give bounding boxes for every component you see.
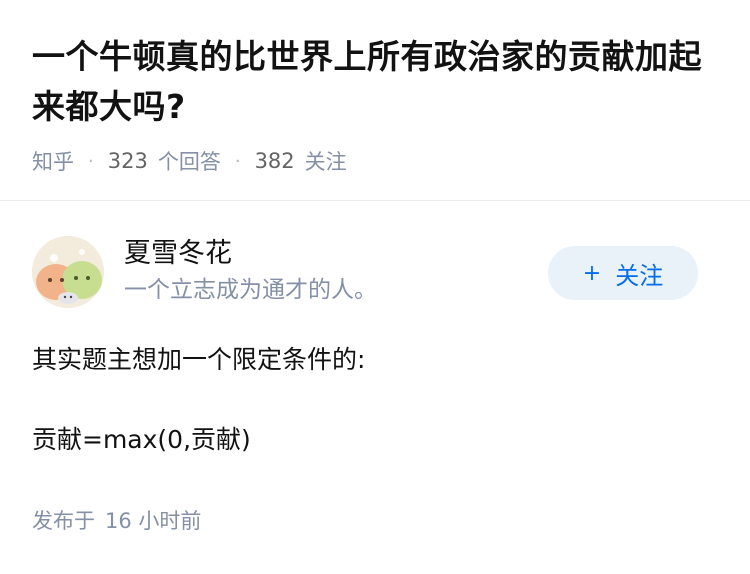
publish-info: 发布于 16 小时前 xyxy=(32,506,201,536)
meta-separator: · xyxy=(234,150,241,172)
author-bio: 一个立志成为通才的人。 xyxy=(124,277,377,303)
answer-paragraph: 贡献=max(0,贡献) xyxy=(32,425,251,454)
answer-content[interactable]: 其实题主想加一个限定条件的: 贡献=max(0,贡献) xyxy=(32,340,718,460)
source-label[interactable]: 知乎 xyxy=(32,146,74,176)
follow-button-label: 关注 xyxy=(615,261,664,290)
avatar[interactable] xyxy=(32,236,104,308)
answer-paragraph: 其实题主想加一个限定条件的: xyxy=(32,345,366,374)
question-title[interactable]: 一个牛顿真的比世界上所有政治家的贡献加起来都大吗? xyxy=(32,32,718,132)
plus-icon: + xyxy=(582,260,602,286)
divider xyxy=(0,200,750,201)
question-meta: 知乎 · 323 个回答 · 382 关注 xyxy=(32,146,718,176)
publish-label: 发布于 xyxy=(32,509,95,533)
answer-page: 一个牛顿真的比世界上所有政治家的贡献加起来都大吗? 知乎 · 323 个回答 ·… xyxy=(0,0,750,574)
meta-separator: · xyxy=(88,150,94,172)
follow-button[interactable]: + 关注 xyxy=(548,246,698,300)
answers-label[interactable]: 个回答 xyxy=(158,146,221,176)
followers-label: 关注 xyxy=(304,150,347,174)
question-header: 一个牛顿真的比世界上所有政治家的贡献加起来都大吗? 知乎 · 323 个回答 ·… xyxy=(0,0,750,176)
author-name[interactable]: 夏雪冬花 xyxy=(124,236,232,272)
answers-count: 323 xyxy=(107,149,148,173)
avatar-illustration-icon xyxy=(32,236,104,308)
followers-count: 382 xyxy=(254,149,295,173)
publish-time: 16 小时前 xyxy=(105,509,202,533)
author-card: 夏雪冬花 一个立志成为通才的人。 + 关注 xyxy=(32,236,718,310)
